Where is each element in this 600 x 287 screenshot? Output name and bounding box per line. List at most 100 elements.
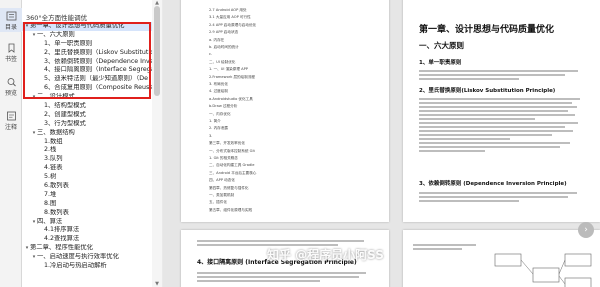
outline-item-label: 2.栈 [44, 146, 57, 154]
toc-entry-text: 2.9 APP 启动状态 [209, 30, 239, 35]
outline-item[interactable]: 8.数列表 [22, 209, 161, 218]
outline-item[interactable]: 5.树 [22, 173, 161, 182]
outline-scrollbar[interactable]: ▲ ▼ [152, 0, 162, 287]
toc-entry[interactable]: b.Draw 过程分析 [209, 104, 377, 109]
toc-entry-text: 3.1 大量应用 AOP 可行性 [209, 15, 251, 20]
rail-label: 书签 [4, 56, 17, 63]
toc-entry[interactable]: 3. 布局优化 [209, 82, 377, 87]
toc-entry-text: 2.4 APP 启动原理与启动优化 [209, 22, 257, 27]
toc-entry[interactable]: 二、UI 绘制优化 [209, 60, 377, 65]
outline-item[interactable]: ▾ 第二章、程序性能优化 [22, 244, 161, 253]
toc-entry-text: b.Draw 过程分析 [209, 104, 238, 109]
paragraph [413, 242, 483, 252]
outline-item[interactable]: 4.2查找算法 [22, 235, 161, 244]
outline-item[interactable]: 7.堆 [22, 191, 161, 200]
outline-item[interactable]: 3、行为型模式 [22, 120, 161, 129]
toc-entry[interactable]: 五、插件化 [209, 200, 377, 205]
toc-entry[interactable]: 一、内存优化 [209, 112, 377, 117]
outline-item-label: 6、合成复用原则（Composite Reuse [44, 84, 154, 92]
toc-entry[interactable]: 第五章、组件化原理与实践 [209, 208, 377, 213]
watermark: 知乎 @程序员小阿SS [267, 248, 384, 262]
scroll-down-icon[interactable]: ▼ [154, 281, 160, 287]
toc-entry-text: 1. 一、UI 渲染原理 APP [209, 67, 248, 72]
toc-entry[interactable]: 2. 内存泄露 [209, 126, 377, 131]
rail-tab-annotation[interactable]: 注释 [0, 108, 22, 132]
rail-tab-bookmark[interactable]: 书签 [0, 40, 22, 64]
toc-entry[interactable]: b. 启动时间的统计 [209, 45, 377, 50]
toc-entry[interactable]: 二、自动化构建工具 Gradle [209, 163, 377, 168]
toc-entry-text: 二、自动化构建工具 Gradle [209, 163, 255, 168]
outline-item-label: 一、六大原则 [37, 30, 75, 38]
principle-heading: 2、里氏替换原则(Liskov Substitution Principle) [419, 88, 556, 94]
outline-item[interactable]: 4.1排序算法 [22, 226, 161, 235]
table-of-contents-icon [6, 11, 16, 21]
toc-entry[interactable]: 3.1 大量应用 AOP 可行性 [209, 15, 377, 20]
toc-entry[interactable]: 2.7 Android AOP 用处 [209, 8, 377, 13]
toc-entry[interactable]: 4. 过度绘制 [209, 89, 377, 94]
toc-entry[interactable]: a. 内存在 [209, 38, 377, 43]
document-viewport[interactable]: 2.7 Android AOP 用处 3.1 大量应用 AOP 可行性 2.4 AP… [163, 0, 600, 287]
outline-item[interactable]: 2.栈 [22, 146, 161, 155]
outline-item[interactable]: 8.图 [22, 200, 161, 209]
outline-item-label: 3.队列 [44, 155, 63, 163]
toc-entry[interactable]: 四、APP 动态化 [209, 178, 377, 183]
toc-entry[interactable]: c. [209, 52, 377, 57]
outline-item-label: 6.散列表 [44, 182, 69, 190]
outline-item[interactable]: 2、创建型模式 [22, 111, 161, 120]
toc-entry[interactable]: 第三章、开发效率优化 [209, 141, 377, 146]
toc-entry[interactable]: 3. [209, 134, 377, 139]
page-nav-button[interactable]: › [578, 222, 594, 238]
outline-item-label: 1、结构型模式 [44, 102, 86, 110]
principle-heading: 3、依赖倒转原则 (Dependence Inversion Principle… [419, 181, 567, 187]
toc-entry-text: 四、APP 动态化 [209, 178, 235, 183]
outline-item[interactable]: ▾ 二、设计模式 [22, 93, 161, 102]
toc-entry[interactable]: 1. 简介 [209, 119, 377, 124]
toc-entry-text: 4. 过度绘制 [209, 89, 228, 94]
outline-item-label: 一、启动速度与执行效率优化 [37, 253, 119, 261]
outline-item[interactable]: 4、接口隔离原则（Interface Segregati [22, 66, 161, 75]
outline-item-label: 5.树 [44, 173, 57, 181]
outline-item[interactable]: ▾ 一、六大原则 [22, 30, 161, 40]
toc-entry[interactable]: 2.Framework 层的绘制流程 [209, 75, 377, 80]
outline-tree: ▾ 第一章、设计思想与代码质量优化 ▾ 一、六大原则 1、单一职责原则 2、里氏替换原则（… [22, 22, 161, 271]
outline-item-label: 1.数组 [44, 137, 63, 145]
outline-item[interactable]: 5、迪米特法则（最少知道原则）（De [22, 75, 161, 84]
outline-item[interactable]: ▾ 第一章、设计思想与代码质量优化 [22, 22, 161, 31]
outline-item[interactable]: 1.数组 [22, 137, 161, 147]
outline-item-label: 4、接口隔离原则（Interface Segregati [44, 66, 159, 74]
outline-item[interactable]: 1、结构型模式 [22, 102, 161, 111]
toc-entry[interactable]: 一、分布式版本控制系统 Git [209, 149, 377, 154]
outline-item[interactable]: 6.散列表 [22, 182, 161, 191]
outline-item-label: 第二章、程序性能优化 [30, 244, 93, 252]
toc-entry-text: a. 内存在 [209, 37, 225, 42]
outline-item[interactable]: 1、单一职责原则 [22, 40, 161, 49]
outline-item[interactable]: 6、合成复用原则（Composite Reuse [22, 84, 161, 93]
toc-entry[interactable]: 三、Android 平台后主要核心 [209, 171, 377, 176]
toc-entry[interactable]: 2.4 APP 启动原理与启动优化 [209, 23, 377, 28]
outline-item[interactable]: 2、里氏替换原则（Liskov Substitution [22, 49, 161, 58]
toc-entry-text: 五、插件化 [209, 200, 227, 205]
outline-item-label: 4.1排序算法 [44, 226, 80, 234]
outline-item-label: 5、迪米特法则（最少知道原则）（De [44, 75, 149, 83]
outline-item[interactable]: ▾ 一、启动速度与执行效率优化 [22, 253, 161, 262]
toc-entry[interactable]: 1. 一、UI 渲染原理 APP [209, 67, 377, 72]
toc-entry[interactable]: 一、类加载机制 [209, 193, 377, 198]
toc-entry-text: 二、UI 绘制优化 [209, 59, 236, 64]
outline-item[interactable]: 3.队列 [22, 155, 161, 164]
outline-item[interactable]: ▾ 四、算法 [22, 218, 161, 227]
outline-item[interactable]: 1.冷启动与热启动解析 [22, 262, 161, 271]
outline-item[interactable]: ▾ 三、数据结构 [22, 129, 161, 138]
rail-tab-preview[interactable]: 预览 [0, 74, 22, 98]
pdf-reader-window: 目录 书签 预览 注释 360°全方面性能调优 ▾ 第一章、设计思想与代码质量优… [0, 0, 600, 287]
outline-item[interactable]: 4.链表 [22, 164, 161, 173]
toc-entry[interactable]: a.Androidstudio 优化工具 [209, 97, 377, 102]
outline-item[interactable]: 3、依赖倒转原则（Dependence Inversi [22, 58, 161, 67]
toc-entry[interactable]: 2.9 APP 启动状态 [209, 30, 377, 35]
scrollbar-thumb[interactable] [154, 6, 160, 96]
side-rail: 目录 书签 预览 注释 [0, 0, 22, 287]
outline-doc-title[interactable]: 360°全方面性能调优 [26, 12, 87, 22]
outline-item-label: 4.链表 [44, 164, 63, 172]
toc-entry[interactable]: 第四章、热修复与插件化 [209, 186, 377, 191]
toc-entry[interactable]: 1. Git 的相关概念 [209, 156, 377, 161]
rail-tab-toc[interactable]: 目录 [0, 8, 22, 32]
